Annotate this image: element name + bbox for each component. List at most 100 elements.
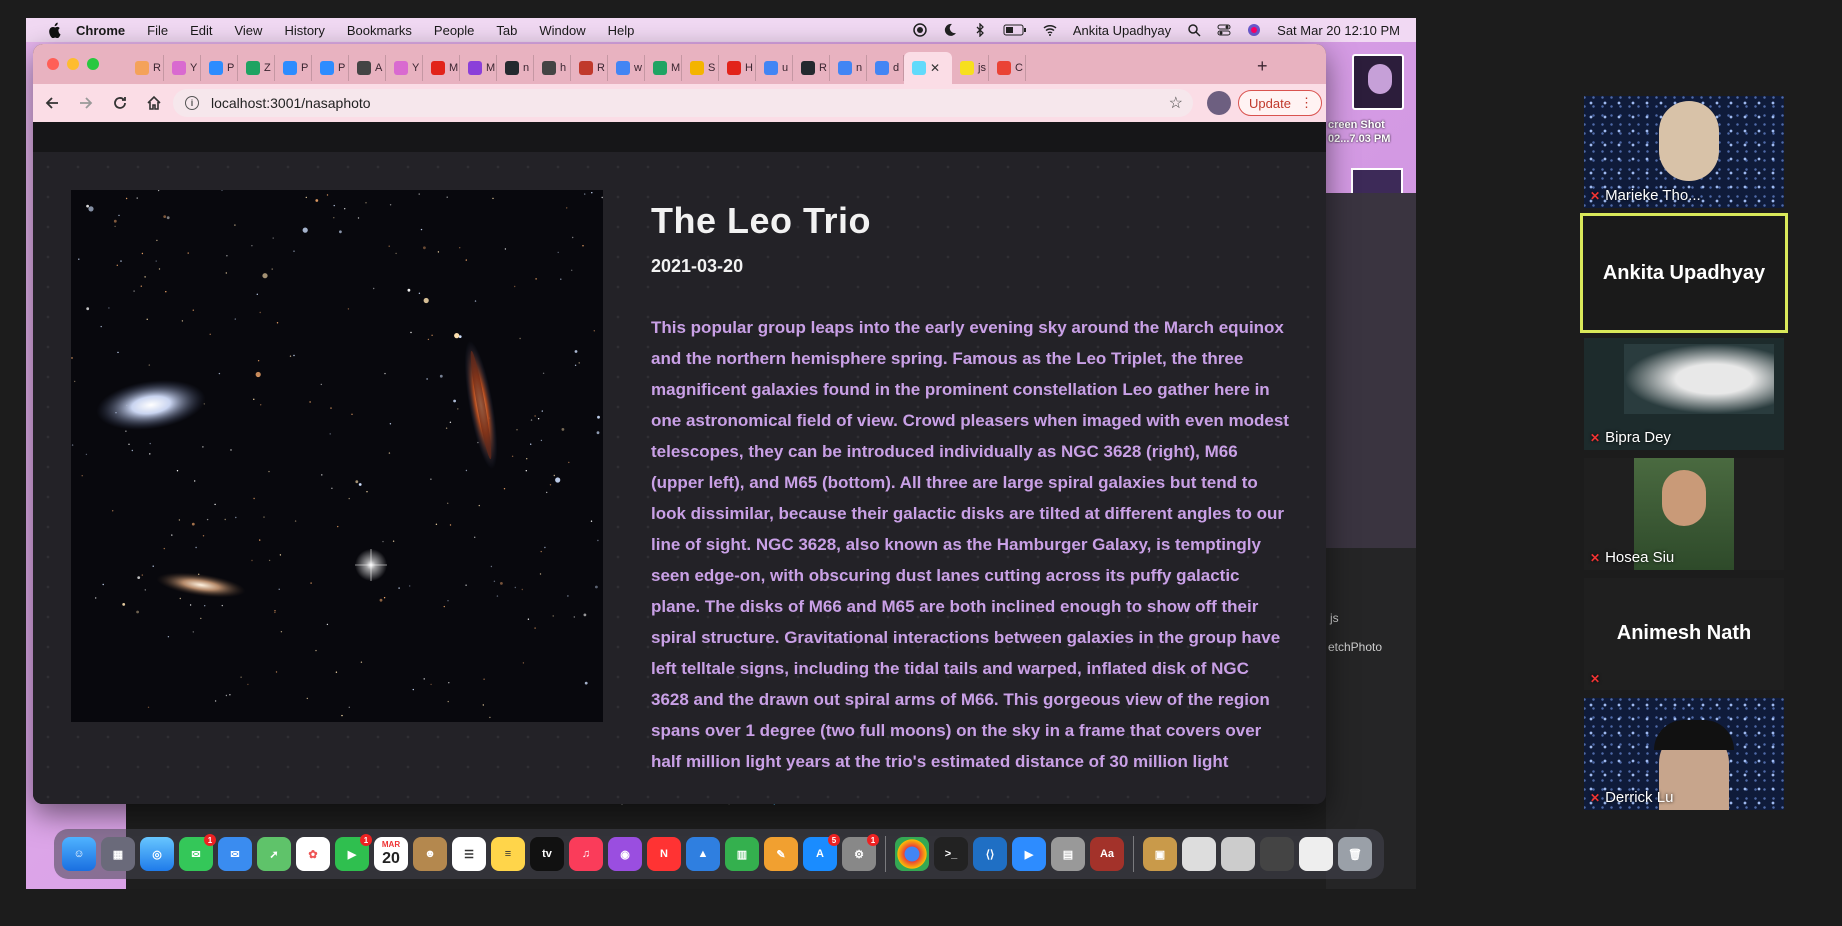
profile-avatar[interactable] [1207, 91, 1231, 115]
browser-tab[interactable]: n [830, 55, 867, 81]
participant-tile[interactable]: Animesh Nath ✕ [1584, 578, 1784, 690]
bluetooth-icon[interactable] [973, 23, 987, 37]
browser-tab[interactable]: R [571, 55, 608, 81]
messages-icon[interactable]: ✉ 1 [179, 834, 216, 871]
participant-tile[interactable]: ✕ Marieke Tho... [1584, 96, 1784, 208]
editor-file-tab[interactable]: js [1330, 611, 1339, 625]
more-menu-icon[interactable]: ⋮ [1300, 95, 1313, 111]
menubar-datetime[interactable]: Sat Mar 20 12:10 PM [1277, 23, 1400, 38]
system-preferences-icon[interactable]: ⚙ 1 [842, 834, 879, 871]
browser-tab[interactable]: w [608, 55, 645, 81]
browser-tab[interactable]: P [312, 55, 349, 81]
finder-icon[interactable]: ☺ [62, 837, 96, 871]
participant-tile[interactable]: ✕ Bipra Dey [1584, 338, 1784, 450]
maps-icon[interactable]: ➚ [257, 837, 291, 871]
menu-edit[interactable]: Edit [190, 23, 212, 38]
bookmark-star-icon[interactable]: ☆ [1169, 93, 1183, 113]
safari-icon[interactable]: ◎ [140, 837, 174, 871]
minimize-window-button[interactable] [67, 58, 79, 70]
browser-tab[interactable]: h [534, 55, 571, 81]
notes-icon[interactable]: ≡ [491, 837, 525, 871]
browser-tab[interactable]: H [719, 55, 756, 81]
menubar-username[interactable]: Ankita Upadhyay [1073, 23, 1171, 38]
browser-tab[interactable]: M [423, 55, 460, 81]
vscode-icon[interactable]: ⟨⟩ [973, 837, 1007, 871]
archive-icon[interactable]: ▣ [1143, 837, 1177, 871]
browser-tab-active[interactable]: ✕ [904, 52, 952, 84]
forward-button[interactable] [71, 88, 101, 118]
apple-icon[interactable] [46, 22, 62, 38]
search-icon[interactable] [1187, 23, 1201, 37]
browser-tab[interactable]: js [952, 55, 989, 81]
home-button[interactable] [139, 88, 169, 118]
battery-icon[interactable] [1003, 24, 1027, 36]
wifi-icon[interactable] [1043, 23, 1057, 37]
photos-icon[interactable]: ✿ [296, 837, 330, 871]
record-icon[interactable] [913, 23, 927, 37]
address-url[interactable]: localhost:3001/nasaphoto [211, 95, 371, 111]
facetime-icon[interactable]: ▶ 1 [335, 834, 372, 871]
browser-tab[interactable]: A [349, 55, 386, 81]
browser-tab[interactable]: Y [164, 55, 201, 81]
browser-tab[interactable]: P [275, 55, 312, 81]
browser-tab[interactable]: n [497, 55, 534, 81]
document-stack-icon[interactable] [1299, 837, 1333, 871]
reload-button[interactable] [105, 88, 135, 118]
preview-icon[interactable]: ▤ [1051, 837, 1085, 871]
menu-tab[interactable]: Tab [496, 23, 517, 38]
browser-tab[interactable]: u [756, 55, 793, 81]
menu-bookmarks[interactable]: Bookmarks [347, 23, 412, 38]
desktop-screenshot-file[interactable]: creen Shot 02...7.03 PM [1326, 54, 1416, 174]
back-button[interactable] [37, 88, 67, 118]
menu-history[interactable]: History [284, 23, 324, 38]
browser-tab[interactable]: R [127, 55, 164, 81]
dictionary-icon[interactable]: Aa [1090, 837, 1124, 871]
menu-window[interactable]: Window [539, 23, 585, 38]
chrome-icon[interactable] [895, 837, 929, 871]
news-icon[interactable]: N [647, 837, 681, 871]
site-info-icon[interactable]: i [185, 96, 199, 110]
pages-icon[interactable]: ✎ [764, 837, 798, 871]
browser-tab[interactable]: P [201, 55, 238, 81]
menu-app-name[interactable]: Chrome [76, 23, 125, 38]
menu-help[interactable]: Help [608, 23, 635, 38]
document-stack-icon[interactable] [1260, 837, 1294, 871]
numbers-icon[interactable]: ▥ [725, 837, 759, 871]
mail-icon[interactable]: ✉ [218, 837, 252, 871]
trash-icon[interactable]: 🗑 [1338, 837, 1372, 871]
browser-tab[interactable]: M [460, 55, 497, 81]
browser-tab[interactable]: C [989, 55, 1026, 81]
editor-breadcrumb[interactable]: etchPhoto [1328, 640, 1382, 654]
new-tab-button[interactable]: + [1257, 56, 1268, 77]
tab-close-button[interactable]: ✕ [930, 61, 940, 75]
menu-people[interactable]: People [434, 23, 474, 38]
browser-tab[interactable]: Y [386, 55, 423, 81]
music-icon[interactable]: ♫ [569, 837, 603, 871]
browser-tab[interactable]: R [793, 55, 830, 81]
browser-tab[interactable]: Z [238, 55, 275, 81]
document-stack-icon[interactable] [1221, 837, 1255, 871]
reminders-icon[interactable]: ☰ [452, 837, 486, 871]
close-window-button[interactable] [47, 58, 59, 70]
update-chrome-button[interactable]: Update ⋮ [1238, 90, 1322, 116]
terminal-icon[interactable]: >_ [934, 837, 968, 871]
participant-tile-speaking[interactable]: Ankita Upadhyay [1580, 213, 1788, 333]
app-store-icon[interactable]: A5 [803, 834, 840, 871]
moon-icon[interactable] [943, 23, 957, 37]
browser-tab[interactable]: d [867, 55, 904, 81]
calendar-icon[interactable]: MAR 20 [374, 837, 408, 871]
zoom-icon[interactable]: ▶ [1012, 837, 1046, 871]
zoom-window-button[interactable] [87, 58, 99, 70]
browser-tab[interactable]: M [645, 55, 682, 81]
document-stack-icon[interactable] [1182, 837, 1216, 871]
keynote-icon[interactable]: ▲ [686, 837, 720, 871]
address-bar[interactable]: i localhost:3001/nasaphoto ☆ [173, 89, 1193, 117]
menu-view[interactable]: View [234, 23, 262, 38]
control-center-icon[interactable] [1217, 23, 1231, 37]
apple-tv-icon[interactable]: tv [530, 837, 564, 871]
launchpad-icon[interactable]: ▦ [101, 837, 135, 871]
browser-tab[interactable]: S [682, 55, 719, 81]
participant-tile[interactable]: ✕ Hosea Siu [1584, 458, 1784, 570]
contacts-icon[interactable]: ☻ [413, 837, 447, 871]
menu-file[interactable]: File [147, 23, 168, 38]
